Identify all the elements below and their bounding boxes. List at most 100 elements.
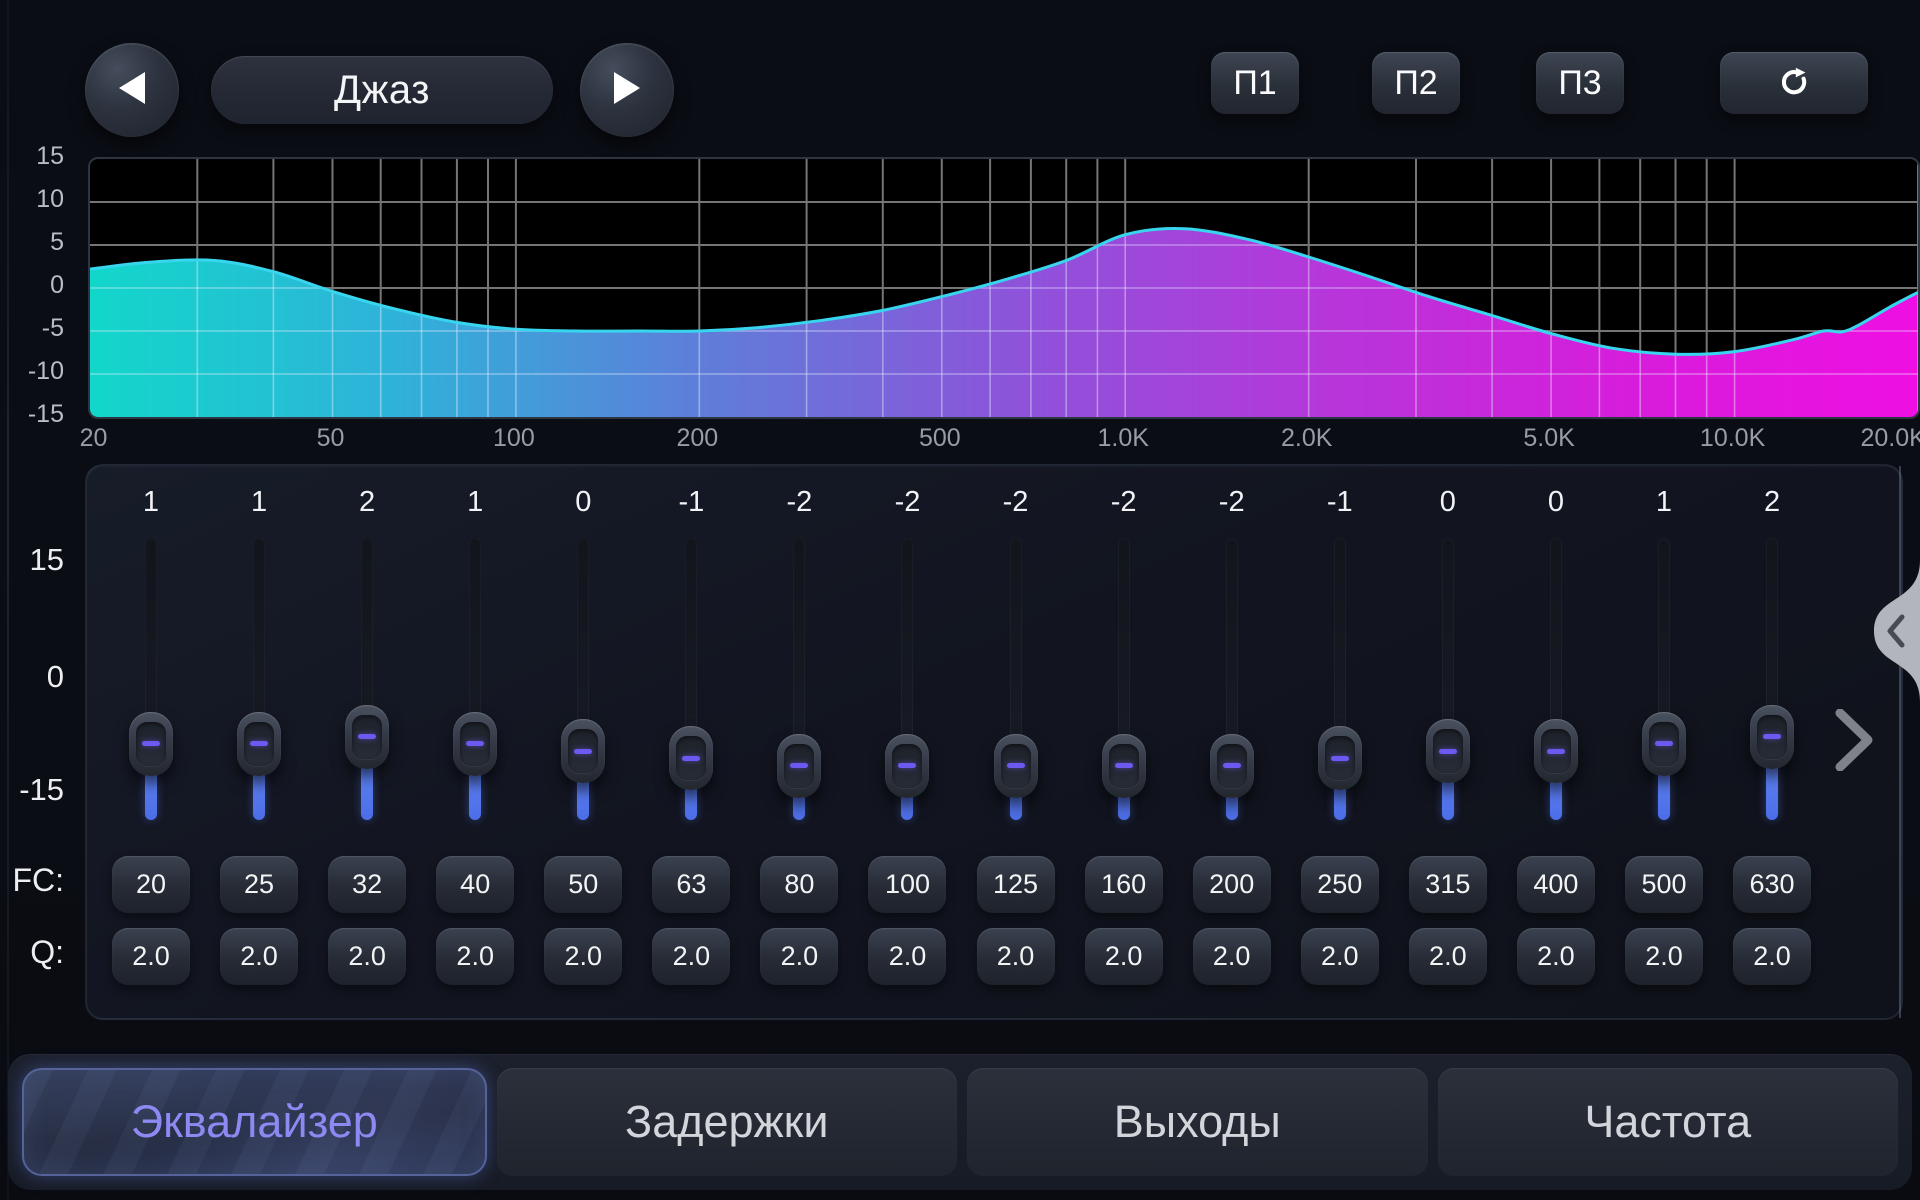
band-fc-button[interactable]: 125 — [977, 856, 1055, 913]
preset-selector[interactable]: Джаз — [211, 56, 553, 124]
slider-thumb-dash — [466, 741, 484, 746]
band-fc-button[interactable]: 20 — [112, 856, 190, 913]
band-fc-button[interactable]: 200 — [1193, 856, 1271, 913]
band-gain-value: 2 — [327, 486, 407, 519]
band-gain-value: 0 — [543, 486, 623, 519]
slider-thumb[interactable] — [669, 726, 713, 790]
band-fc-button[interactable]: 160 — [1085, 856, 1163, 913]
band-gain-slider[interactable] — [219, 538, 299, 820]
band-gain-slider[interactable] — [435, 538, 515, 820]
y-axis-tick-label: -15 — [0, 400, 64, 429]
side-panel-collapse-handle[interactable] — [1866, 560, 1920, 702]
slider-thumb[interactable] — [237, 712, 281, 776]
band-q-button[interactable]: 2.0 — [112, 928, 190, 985]
band-fc-button[interactable]: 63 — [652, 856, 730, 913]
y-axis-tick-label: 0 — [0, 271, 64, 300]
memory-button-p2[interactable]: П2 — [1372, 52, 1460, 114]
triangle-right-icon — [614, 72, 640, 109]
band-gain-slider[interactable] — [1408, 538, 1488, 820]
band-gain-slider[interactable] — [1516, 538, 1596, 820]
band-q-button[interactable]: 2.0 — [1517, 928, 1595, 985]
slider-thumb-dash — [790, 763, 808, 768]
slider-thumb[interactable] — [1102, 734, 1146, 798]
slider-thumb[interactable] — [994, 734, 1038, 798]
band-q-button[interactable]: 2.0 — [1085, 928, 1163, 985]
band-gain-slider[interactable] — [327, 538, 407, 820]
band-gain-slider[interactable] — [1084, 538, 1164, 820]
band-gain-value: -1 — [1300, 486, 1380, 519]
y-axis-tick-label: -10 — [0, 357, 64, 386]
band-gain-slider[interactable] — [1624, 538, 1704, 820]
slider-thumb[interactable] — [453, 712, 497, 776]
slider-thumb[interactable] — [1426, 719, 1470, 783]
band-fc-button[interactable]: 315 — [1409, 856, 1487, 913]
band-q-button[interactable]: 2.0 — [436, 928, 514, 985]
equalizer-band-panel: 1 20 2.01 — [85, 464, 1903, 1020]
band-fc-button[interactable]: 500 — [1625, 856, 1703, 913]
band-q-button[interactable]: 2.0 — [652, 928, 730, 985]
band-fc-button[interactable]: 100 — [868, 856, 946, 913]
band-gain-value: 0 — [1408, 486, 1488, 519]
band-q-button[interactable]: 2.0 — [1625, 928, 1703, 985]
band-fc-button[interactable]: 25 — [220, 856, 298, 913]
eq-band-column: -2 80 2.0 — [759, 466, 839, 1018]
band-gain-slider[interactable] — [651, 538, 731, 820]
memory-button-p1[interactable]: П1 — [1211, 52, 1299, 114]
band-fc-button[interactable]: 50 — [544, 856, 622, 913]
slider-thumb-dash — [1439, 749, 1457, 754]
band-q-button[interactable]: 2.0 — [1301, 928, 1379, 985]
preset-next-button[interactable] — [580, 43, 674, 137]
tab-frequency[interactable]: Частота — [1438, 1068, 1899, 1176]
slider-thumb[interactable] — [561, 719, 605, 783]
band-q-button[interactable]: 2.0 — [977, 928, 1055, 985]
band-gain-slider[interactable] — [1732, 538, 1812, 820]
band-q-button[interactable]: 2.0 — [544, 928, 622, 985]
slider-thumb[interactable] — [777, 734, 821, 798]
reset-button[interactable] — [1720, 52, 1868, 114]
band-gain-slider[interactable] — [111, 538, 191, 820]
band-q-button[interactable]: 2.0 — [220, 928, 298, 985]
next-bands-button[interactable] — [1830, 708, 1878, 772]
band-fc-button[interactable]: 400 — [1517, 856, 1595, 913]
band-gain-slider[interactable] — [1300, 538, 1380, 820]
refresh-icon — [1776, 63, 1812, 104]
memory-button-label: П2 — [1394, 64, 1437, 103]
slider-thumb[interactable] — [1642, 712, 1686, 776]
slider-thumb[interactable] — [885, 734, 929, 798]
band-q-button[interactable]: 2.0 — [1193, 928, 1271, 985]
band-gain-slider[interactable] — [1192, 538, 1272, 820]
band-fc-button[interactable]: 630 — [1733, 856, 1811, 913]
band-fc-button[interactable]: 40 — [436, 856, 514, 913]
tab-equalizer[interactable]: Эквалайзер — [22, 1068, 487, 1176]
band-gain-slider[interactable] — [976, 538, 1056, 820]
eq-band-column: -1 63 2.0 — [651, 466, 731, 1018]
panel-edge-line — [1899, 466, 1901, 1018]
preset-prev-button[interactable] — [85, 43, 179, 137]
equalizer-screen: Джаз П1 П2 П3 — [0, 0, 1920, 1200]
memory-button-p3[interactable]: П3 — [1536, 52, 1624, 114]
slider-thumb[interactable] — [345, 705, 389, 769]
band-q-button[interactable]: 2.0 — [760, 928, 838, 985]
band-q-button[interactable]: 2.0 — [328, 928, 406, 985]
band-fc-button[interactable]: 32 — [328, 856, 406, 913]
tab-delays[interactable]: Задержки — [497, 1068, 958, 1176]
slider-thumb[interactable] — [1750, 705, 1794, 769]
band-gain-slider[interactable] — [867, 538, 947, 820]
memory-button-label: П3 — [1558, 64, 1601, 103]
slider-thumb-dash — [1115, 763, 1133, 768]
band-q-button[interactable]: 2.0 — [1733, 928, 1811, 985]
band-q-button[interactable]: 2.0 — [1409, 928, 1487, 985]
frequency-response-graph — [88, 157, 1920, 419]
slider-thumb[interactable] — [1210, 734, 1254, 798]
slider-thumb[interactable] — [1534, 719, 1578, 783]
slider-thumb[interactable] — [1318, 726, 1362, 790]
tab-outputs[interactable]: Выходы — [967, 1068, 1428, 1176]
band-fc-button[interactable]: 80 — [760, 856, 838, 913]
slider-thumb[interactable] — [129, 712, 173, 776]
band-q-button[interactable]: 2.0 — [868, 928, 946, 985]
band-fc-button[interactable]: 250 — [1301, 856, 1379, 913]
x-axis-tick-label: 500 — [919, 424, 961, 453]
band-gain-slider[interactable] — [543, 538, 623, 820]
response-curve-area — [90, 159, 1918, 417]
band-gain-slider[interactable] — [759, 538, 839, 820]
